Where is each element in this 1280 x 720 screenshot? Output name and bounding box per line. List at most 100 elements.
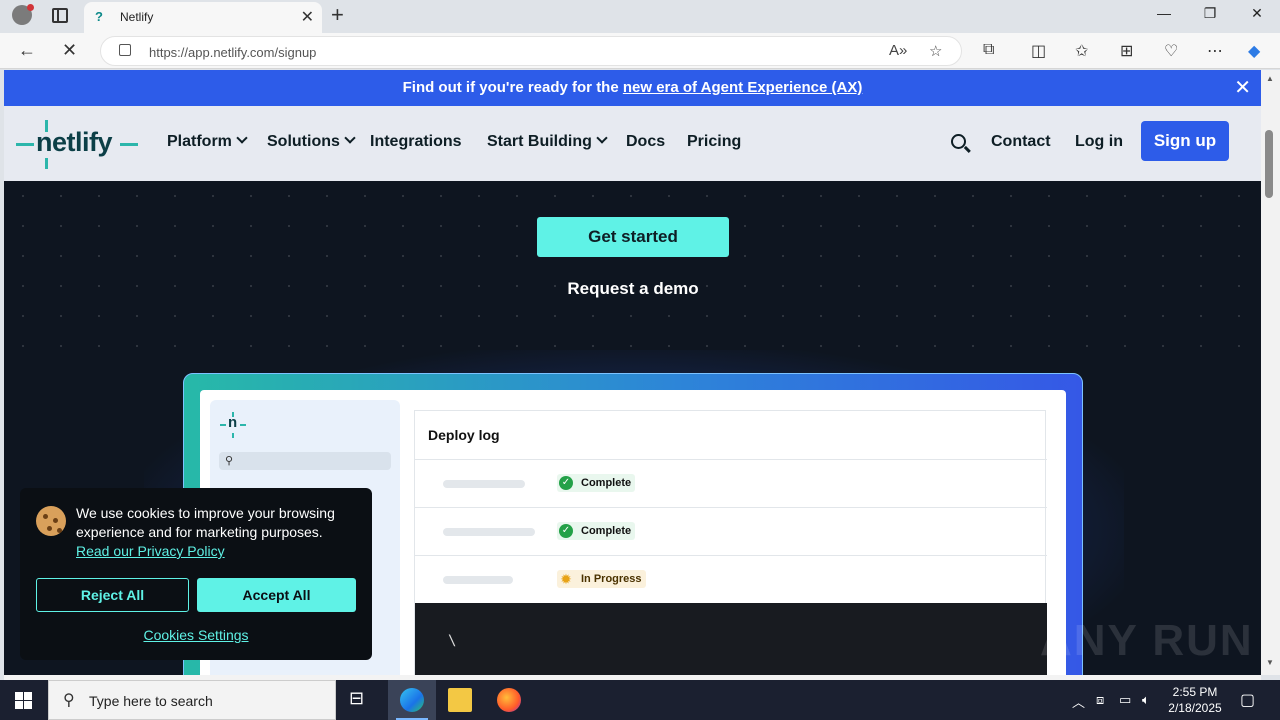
restore-button[interactable]: ❐	[1187, 5, 1233, 22]
placeholder-bar	[443, 576, 513, 584]
netlify-logo[interactable]: netlify	[16, 118, 141, 169]
banner-text: Find out if you're ready for the	[402, 79, 623, 96]
netlify-mini-logo-icon: n	[220, 412, 246, 438]
nav-start-building[interactable]: Start Building	[487, 132, 608, 151]
back-button[interactable]: ←	[18, 40, 36, 61]
deploy-log-panel: Deploy log ✓ Complete ✓ Complete ✹ In Progr…	[414, 410, 1047, 675]
profile-icon[interactable]	[12, 4, 34, 25]
search-icon: ⚲	[225, 455, 234, 467]
close-tab-icon[interactable]: ✕	[301, 7, 314, 27]
tab-title: Netlify	[120, 10, 154, 24]
deploy-row: ✓ Complete	[415, 507, 1047, 554]
minimize-button[interactable]: —	[1141, 5, 1187, 21]
logo-spark-left	[16, 143, 34, 146]
split-screen-icon[interactable]: ◫	[1031, 41, 1046, 61]
status-badge: ✹ In Progress	[557, 570, 646, 588]
close-banner-icon[interactable]: ✕	[1234, 70, 1251, 106]
site-header: netlify Platform Solutions Integrations …	[4, 106, 1261, 181]
windows-taskbar: ⚲ Type here to search ⊟ ︿ ⧈ ▭ 🔈︎ 2:55 PM…	[0, 680, 1280, 720]
read-aloud-icon[interactable]: A»	[889, 42, 907, 59]
deploy-terminal: \	[415, 603, 1047, 675]
status-badge: ✓ Complete	[557, 522, 636, 540]
gear-icon: ✹	[560, 571, 572, 587]
terminal-text: \	[448, 633, 457, 649]
clock-date: 2/18/2025	[1168, 701, 1222, 715]
collections-icon[interactable]: ⊞	[1120, 41, 1133, 61]
volume-icon[interactable]: 🔈︎	[1142, 692, 1150, 708]
accept-all-button[interactable]: Accept All	[197, 578, 356, 612]
nav-solutions-label: Solutions	[267, 133, 340, 150]
chevron-down-icon	[236, 132, 248, 144]
get-started-button[interactable]: Get started	[537, 217, 729, 257]
more-menu-icon[interactable]: ⋯	[1207, 41, 1223, 61]
login-link[interactable]: Log in	[1075, 133, 1123, 151]
system-clock[interactable]: 2:55 PM 2/18/2025	[1160, 684, 1230, 716]
mini-spark-left	[220, 424, 226, 426]
scroll-down-icon[interactable]: ▼	[1266, 658, 1274, 667]
url-text[interactable]: https://app.netlify.com/signup	[149, 45, 316, 60]
hero-background	[4, 181, 1261, 361]
logo-spark-bottom	[45, 158, 48, 169]
address-bar[interactable]: https://app.netlify.com/signup A» ☆	[100, 36, 962, 66]
cookie-icon	[36, 506, 66, 536]
lock-icon[interactable]	[119, 44, 131, 56]
page-scrollbar[interactable]: ▲ ▼	[1261, 70, 1280, 675]
windows-start-icon[interactable]	[15, 692, 32, 709]
privacy-policy-link[interactable]: Read our Privacy Policy	[76, 543, 225, 559]
firefox-icon[interactable]	[497, 688, 521, 712]
scroll-up-icon[interactable]: ▲	[1266, 74, 1274, 83]
chevron-down-icon	[596, 132, 608, 144]
anyrun-watermark: ANY RUN	[1040, 616, 1254, 665]
taskbar-search-placeholder: Type here to search	[89, 693, 213, 709]
chevron-down-icon	[344, 132, 356, 144]
status-label: Complete	[581, 477, 632, 489]
cookies-settings-link[interactable]: Cookies Settings	[20, 627, 372, 643]
browser-tab-bar: ? Netlify ✕ + — ❐ ✕	[0, 0, 1280, 33]
placeholder-bar	[443, 480, 525, 488]
device-icon[interactable]: ⧈	[1096, 692, 1104, 708]
reject-all-button[interactable]: Reject All	[36, 578, 189, 612]
nav-platform[interactable]: Platform	[167, 132, 248, 151]
browser-essentials-icon[interactable]: ♡	[1164, 41, 1178, 61]
nav-docs[interactable]: Docs	[626, 133, 665, 151]
signup-button[interactable]: Sign up	[1141, 121, 1229, 161]
taskbar-search-box[interactable]: ⚲ Type here to search	[48, 680, 336, 720]
search-icon[interactable]	[951, 134, 966, 149]
clock-time: 2:55 PM	[1172, 685, 1218, 699]
nav-contact[interactable]: Contact	[991, 133, 1051, 151]
announcement-banner: Find out if you're ready for the new era…	[4, 70, 1261, 106]
favorites-icon[interactable]: ✩	[1075, 41, 1088, 61]
request-demo-link[interactable]: Request a demo	[537, 279, 729, 299]
task-view-icon[interactable]: ⊟	[349, 688, 373, 712]
scrollbar-thumb[interactable]	[1265, 130, 1273, 198]
nav-solutions[interactable]: Solutions	[267, 132, 356, 151]
new-tab-button[interactable]: +	[331, 3, 344, 27]
extensions-icon[interactable]: ⧉	[983, 41, 994, 59]
file-explorer-icon[interactable]	[448, 688, 472, 712]
favorite-star-icon[interactable]: ☆	[929, 42, 942, 60]
close-window-button[interactable]: ✕	[1234, 5, 1280, 22]
edge-taskbar-button[interactable]	[388, 680, 436, 720]
cookie-consent-dialog: We use cookies to improve your browsing …	[20, 488, 372, 660]
stop-loading-button[interactable]: ✕	[62, 40, 77, 61]
browser-tab[interactable]: ? Netlify ✕	[84, 2, 322, 33]
network-icon[interactable]: ▭	[1119, 692, 1131, 708]
show-hidden-icons-icon[interactable]: ︿	[1072, 692, 1085, 711]
nav-platform-label: Platform	[167, 133, 232, 150]
mini-logo-letter: n	[228, 414, 238, 431]
tab-actions-icon[interactable]	[52, 8, 68, 23]
nav-pricing[interactable]: Pricing	[687, 133, 741, 151]
copilot-icon[interactable]: ◆	[1248, 41, 1260, 61]
page-viewport: Find out if you're ready for the new era…	[4, 70, 1261, 675]
nav-integrations[interactable]: Integrations	[370, 133, 462, 151]
search-icon: ⚲	[63, 692, 75, 709]
mini-spark-right	[240, 424, 246, 426]
preview-search-box: ⚲	[219, 452, 391, 470]
netlify-favicon-icon: ?	[95, 9, 103, 24]
check-icon: ✓	[559, 476, 573, 490]
banner-link[interactable]: new era of Agent Experience (AX)	[623, 79, 863, 96]
notifications-icon[interactable]: ▢	[1240, 690, 1255, 710]
placeholder-bar	[443, 528, 535, 536]
cookie-message: We use cookies to improve your browsing …	[76, 505, 335, 540]
deploy-row: ✹ In Progress	[415, 555, 1047, 602]
